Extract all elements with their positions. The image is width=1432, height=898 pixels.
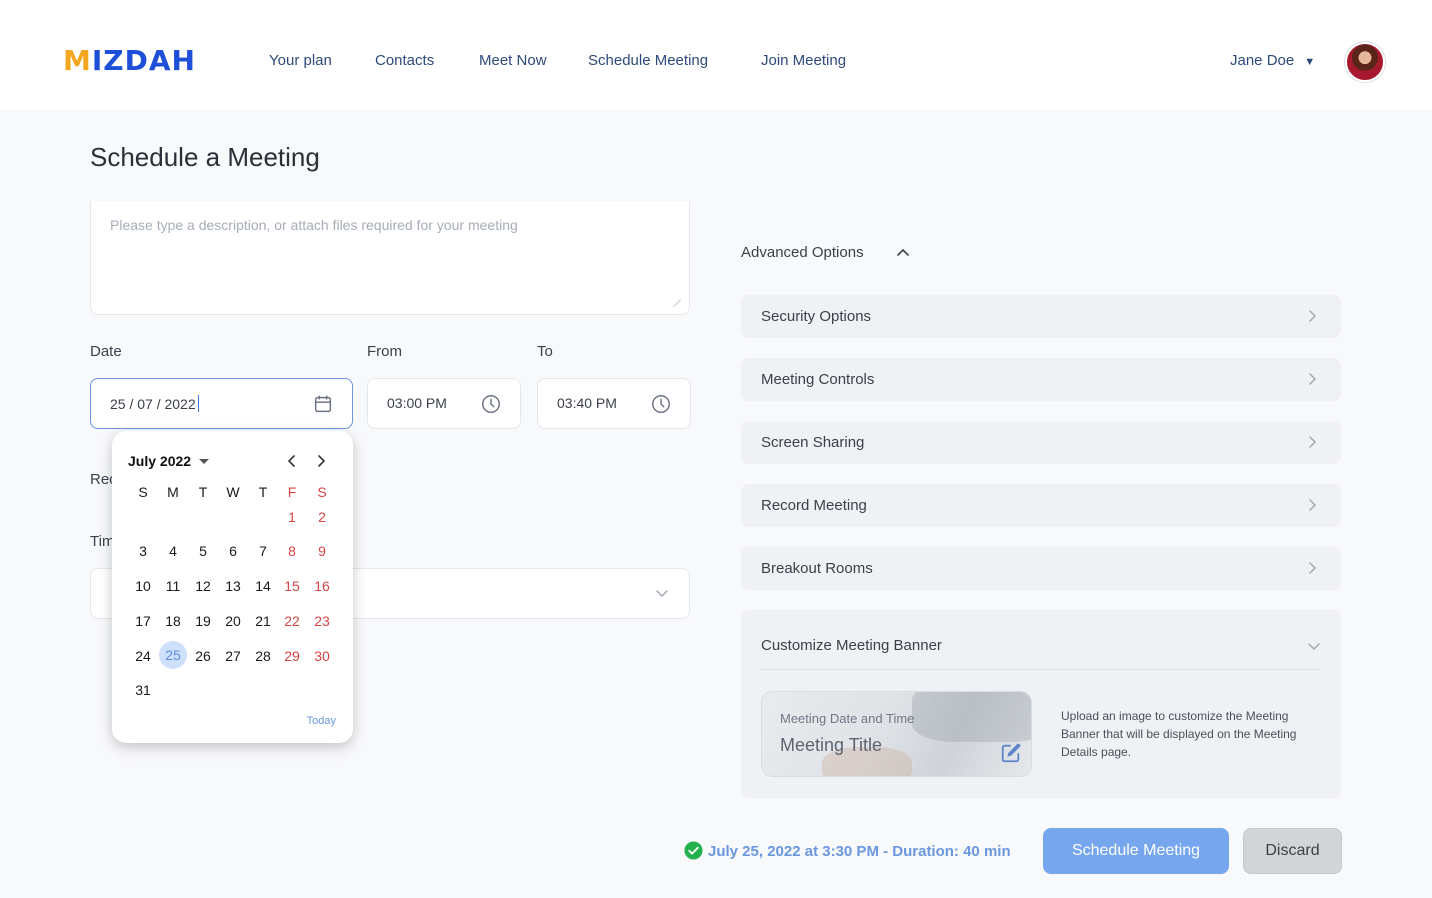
date-input[interactable]: 25 / 07 / 2022 [90, 378, 353, 429]
page-title: Schedule a Meeting [90, 142, 320, 172]
chevron-right-icon [1309, 436, 1317, 448]
calendar-day[interactable]: 11 [159, 572, 187, 600]
calendar-day[interactable]: 24 [129, 642, 157, 670]
nav-join-meeting[interactable]: Join Meeting [761, 52, 846, 69]
calendar-day[interactable]: 29 [278, 642, 306, 670]
chevron-right-icon [1309, 499, 1317, 511]
customize-banner-title[interactable]: Customize Meeting Banner [761, 637, 942, 654]
calendar-day[interactable]: 13 [219, 572, 247, 600]
calendar-day[interactable]: 6 [219, 537, 247, 565]
calendar-day[interactable]: 30 [308, 642, 336, 670]
calendar-icon[interactable] [312, 393, 334, 415]
date-picker-popup: July 2022 S M T W T F S 1 2 3 4 5 6 7 8 9 10 11 12 13 14 15 16… [112, 431, 353, 743]
calendar-day[interactable]: 4 [159, 537, 187, 565]
chevron-up-icon[interactable] [896, 246, 910, 260]
calendar-day[interactable]: 2 [308, 503, 336, 531]
calendar-day[interactable]: 23 [308, 607, 336, 635]
description-textarea[interactable]: Please type a description, or attach fil… [90, 201, 690, 315]
calendar-day[interactable]: 8 [278, 537, 306, 565]
banner-preview[interactable]: Meeting Date and Time Meeting Title [761, 691, 1032, 777]
calendar-day[interactable]: 18 [159, 607, 187, 635]
weekday-header: S [317, 484, 327, 500]
user-menu[interactable]: Jane Doe ▼ [1230, 52, 1315, 69]
calendar-day[interactable]: 15 [278, 572, 306, 600]
meeting-summary: July 25, 2022 at 3:30 PM - Duration: 40 … [684, 841, 1011, 860]
chevron-right-icon [1309, 562, 1317, 574]
calendar-day[interactable]: 27 [219, 642, 247, 670]
calendar-day[interactable]: 7 [249, 537, 277, 565]
calendar-day[interactable]: 5 [189, 537, 217, 565]
discard-button[interactable]: Discard [1243, 828, 1342, 874]
banner-preview-title: Meeting Title [780, 735, 883, 755]
option-record-meeting[interactable]: Record Meeting [741, 484, 1341, 527]
date-value: 25 / 07 / 2022 [110, 396, 196, 412]
weekday-header: T [258, 484, 268, 500]
option-breakout-rooms[interactable]: Breakout Rooms [741, 547, 1341, 590]
divider [761, 669, 1321, 670]
chevron-right-icon [1309, 373, 1317, 385]
from-time-value: 03:00 PM [387, 395, 447, 411]
chevron-left-icon[interactable] [283, 452, 301, 470]
timezone-label: Tim [90, 533, 115, 550]
calendar-day[interactable]: 3 [129, 537, 157, 565]
calendar-day[interactable]: 1 [278, 503, 306, 531]
weekday-header: F [287, 484, 297, 500]
to-time-value: 03:40 PM [557, 395, 617, 411]
nav-your-plan[interactable]: Your plan [269, 52, 332, 69]
banner-preview-subtitle: Meeting Date and Time [780, 711, 915, 726]
calendar-day[interactable]: 9 [308, 537, 336, 565]
weekday-header: M [167, 484, 179, 500]
from-time-input[interactable]: 03:00 PM [367, 378, 521, 429]
calendar-day[interactable]: 10 [129, 572, 157, 600]
calendar-day[interactable]: 19 [189, 607, 217, 635]
to-label: To [537, 343, 553, 360]
caret-down-icon [199, 459, 210, 464]
top-header: MIZDAH Your plan Contacts Meet Now Sched… [0, 0, 1432, 109]
calendar-day[interactable]: 22 [278, 607, 306, 635]
month-selector[interactable]: July 2022 [128, 453, 210, 469]
option-security[interactable]: Security Options [741, 295, 1341, 338]
calendar-day[interactable]: 28 [249, 642, 277, 670]
calendar-day[interactable]: 14 [249, 572, 277, 600]
chevron-down-icon [656, 590, 668, 598]
weekday-header: W [226, 484, 240, 500]
calendar-day[interactable]: 16 [308, 572, 336, 600]
weekday-header: T [198, 484, 208, 500]
mizdah-logo[interactable]: MIZDAH [63, 45, 196, 77]
option-screen-sharing[interactable]: Screen Sharing [741, 421, 1341, 464]
text-cursor [197, 395, 200, 412]
to-time-input[interactable]: 03:40 PM [537, 378, 691, 429]
chevron-right-icon [1309, 310, 1317, 322]
from-label: From [367, 343, 402, 360]
customize-banner-section: Customize Meeting Banner Meeting Date an… [741, 610, 1341, 798]
edit-icon[interactable] [1000, 742, 1022, 764]
schedule-meeting-button[interactable]: Schedule Meeting [1043, 828, 1229, 874]
option-meeting-controls[interactable]: Meeting Controls [741, 358, 1341, 401]
chevron-down-icon[interactable] [1307, 639, 1321, 653]
calendar-day[interactable]: 26 [189, 642, 217, 670]
advanced-options-title[interactable]: Advanced Options [741, 244, 864, 261]
weekday-header: S [138, 484, 148, 500]
date-label: Date [90, 343, 122, 360]
description-placeholder: Please type a description, or attach fil… [110, 217, 518, 233]
banner-help-text: Upload an image to customize the Meeting… [1061, 709, 1297, 759]
resize-handle-icon[interactable] [666, 292, 682, 308]
today-button[interactable]: Today [307, 715, 336, 727]
chevron-right-icon[interactable] [312, 452, 330, 470]
calendar-day[interactable]: 31 [129, 676, 157, 704]
caret-down-icon: ▼ [1304, 56, 1316, 68]
nav-meet-now[interactable]: Meet Now [479, 52, 547, 69]
check-circle-icon [684, 841, 703, 860]
nav-contacts[interactable]: Contacts [375, 52, 434, 69]
clock-icon[interactable] [650, 393, 672, 415]
clock-icon[interactable] [480, 393, 502, 415]
calendar-day-selected[interactable]: 25 [159, 641, 187, 669]
calendar-day[interactable]: 21 [249, 607, 277, 635]
user-name: Jane Doe [1230, 52, 1295, 69]
calendar-day[interactable]: 20 [219, 607, 247, 635]
calendar-day[interactable]: 12 [189, 572, 217, 600]
nav-schedule-meeting[interactable]: Schedule Meeting [588, 52, 708, 69]
avatar[interactable] [1345, 42, 1385, 82]
calendar-day[interactable]: 17 [129, 607, 157, 635]
